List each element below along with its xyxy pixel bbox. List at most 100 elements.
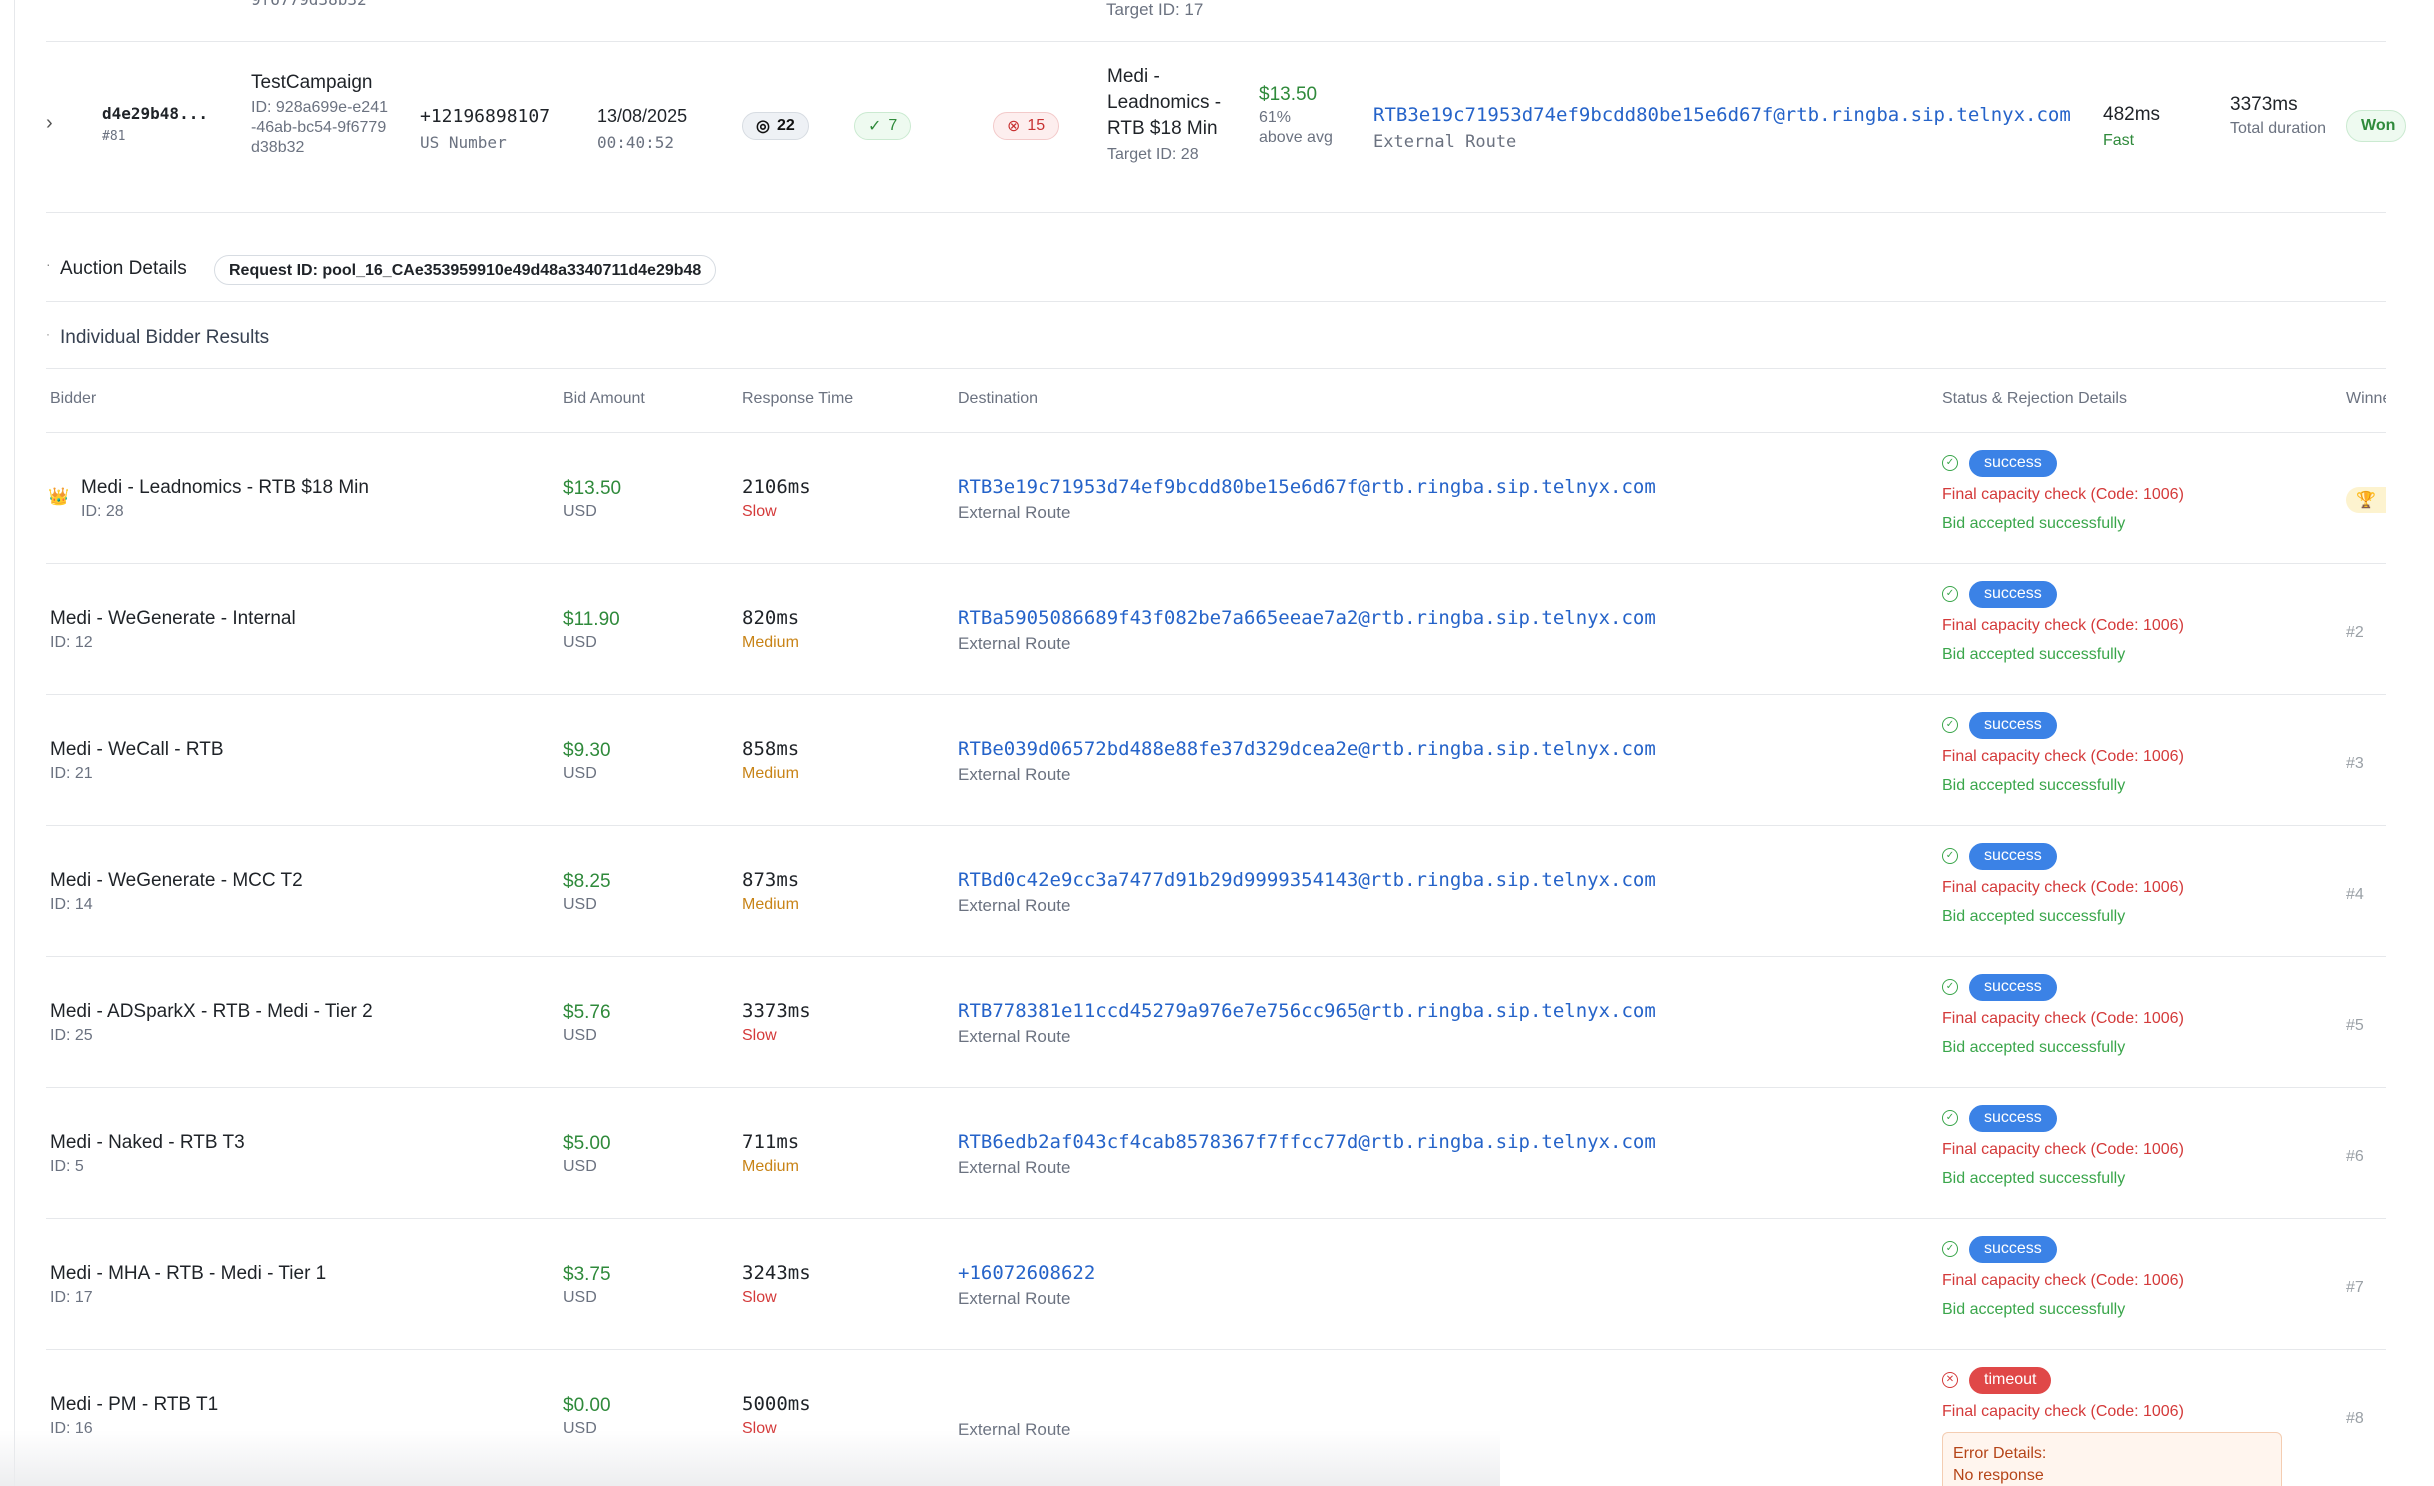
response-time: 2106ms <box>742 476 811 498</box>
bidder-id: ID: 28 <box>81 503 124 520</box>
bidder-row[interactable]: Medi - WeGenerate - Internal ID: 12 $11.90… <box>46 563 2386 694</box>
duration-label: Total duration <box>2230 120 2327 137</box>
rejection-reason: Final capacity check (Code: 1006) <box>1942 1141 2184 1158</box>
bidder-name: Medi - WeGenerate - MCC T2 <box>50 870 303 891</box>
rejection-reason: Final capacity check (Code: 1006) <box>1942 1272 2184 1289</box>
destination-link[interactable]: RTB3e19c71953d74ef9bcdd80be15e6d67f@rtb.… <box>1373 104 2071 126</box>
call-id: d4e29b48... <box>102 104 208 123</box>
bidder-row[interactable]: Medi - MHA - RTB - Medi - Tier 1 ID: 17 $3… <box>46 1218 2386 1349</box>
error-text: No response <box>1953 1467 2044 1484</box>
status-message: Bid accepted successfully <box>1942 777 2126 794</box>
rank-label: #2 <box>2346 624 2364 641</box>
total-bids-count: 22 <box>776 117 795 134</box>
request-id-badge: Request ID: pool_16_CAe353959910e49d48a3… <box>214 255 717 285</box>
destination-link[interactable]: RTBa5905086689f43f082be7a665eeae7a2@rtb.… <box>958 607 1656 629</box>
response-time: 482ms <box>2103 104 2161 125</box>
duration: 3373ms <box>2230 94 2298 115</box>
bidder-name: Medi - ADSparkX - RTB - Medi - Tier 2 <box>50 1001 373 1022</box>
status-message: Bid accepted successfully <box>1942 1170 2126 1187</box>
bid-amount: $5.76 <box>563 1002 611 1023</box>
status-badge: success <box>1969 1236 2057 1263</box>
date-cell: 13/08/2025 00:40:52 <box>597 106 687 152</box>
check-circle-icon: ✓ <box>1942 848 1958 864</box>
status-badge: success <box>1969 450 2057 477</box>
rank-label: #7 <box>2346 1279 2364 1296</box>
destination-link[interactable]: RTB3e19c71953d74ef9bcdd80be15e6d67f@rtb.… <box>958 476 1656 498</box>
bidder-id: ID: 16 <box>50 1420 93 1437</box>
bidder-row[interactable]: Medi - WeGenerate - MCC T2 ID: 14 $8.25 USD… <box>46 825 2386 956</box>
route-type: External Route <box>958 765 1071 784</box>
bidder-name: Medi - MHA - RTB - Medi - Tier 1 <box>50 1263 327 1284</box>
route-type: External Route <box>958 896 1071 915</box>
bidder-row[interactable]: Medi - Naked - RTB T3 ID: 5 $5.00 USD 711ms M… <box>46 1087 2386 1218</box>
rank-label: #3 <box>2346 755 2364 772</box>
col-winner[interactable]: Winner <box>2346 390 2386 408</box>
bidder-id: ID: 5 <box>50 1158 84 1175</box>
destination-link[interactable]: RTB778381e11ccd45279a976e7e756cc965@rtb.… <box>958 1000 1656 1022</box>
bid-currency: USD <box>563 634 597 651</box>
status-message: Bid accepted successfully <box>1942 908 2126 925</box>
bidder-row[interactable]: Medi - PM - RTB T1 ID: 16 $0.00 USD 5000ms Sl… <box>46 1349 2386 1486</box>
previous-call-row[interactable]: 9f6779d38b32 Target ID: 17 <box>46 0 2386 42</box>
route-type: External Route <box>958 1289 1071 1308</box>
speed-label: Medium <box>742 765 799 782</box>
speed-label: Medium <box>742 896 799 913</box>
rank-label: #6 <box>2346 1148 2364 1165</box>
col-status[interactable]: Status & Rejection Details <box>1942 390 2127 408</box>
bidder-row[interactable]: Medi - ADSparkX - RTB - Medi - Tier 2 ID:… <box>46 956 2386 1087</box>
destination-link[interactable]: RTB6edb2af043cf4cab8578367f7ffcc77d@rtb.… <box>958 1131 1656 1153</box>
col-destination[interactable]: Destination <box>958 390 1038 408</box>
status-badge: success <box>1969 974 2057 1001</box>
bid-amount: $9.30 <box>563 740 611 761</box>
rejection-reason: Final capacity check (Code: 1006) <box>1942 1010 2184 1027</box>
status-message: Bid accepted successfully <box>1942 1039 2126 1056</box>
check-circle-icon: ✓ <box>868 118 882 135</box>
bid-currency: USD <box>563 896 597 913</box>
campaign-id: ID: 928a699e-e241-46ab-bc54-9f6779d38b32 <box>251 99 388 156</box>
target-id: Target ID: 17 <box>1106 0 1204 19</box>
speed-label: Medium <box>742 1158 799 1175</box>
bid-amount: $11.90 <box>563 609 620 630</box>
call-row[interactable]: › d4e29b48... #81 TestCampaign ID: 928a6… <box>46 42 2406 213</box>
col-response-time[interactable]: Response Time <box>742 390 853 408</box>
bidder-results-header: · Individual Bidder Results <box>46 303 2386 369</box>
call-id-cell: d4e29b48... #81 <box>102 104 208 144</box>
error-title: Error Details: <box>1953 1445 2047 1462</box>
rejection-reason: Final capacity check (Code: 1006) <box>1942 879 2184 896</box>
bid-amount: $13.50 <box>563 478 622 499</box>
response-time: 858ms <box>742 738 800 760</box>
check-circle-icon: ✓ <box>1942 455 1958 471</box>
rejection-reason: Final capacity check (Code: 1006) <box>1942 1403 2184 1420</box>
destination-link[interactable]: +16072608622 <box>958 1262 1095 1284</box>
col-bidder[interactable]: Bidder <box>50 390 96 408</box>
bidder-row[interactable]: 👑 Medi - Leadnomics - RTB $18 Min ID: 28 $1… <box>46 432 2386 563</box>
bidder-name: Medi - PM - RTB T1 <box>50 1394 219 1415</box>
route-type: External Route <box>958 503 1071 522</box>
call-time: 00:40:52 <box>597 133 675 152</box>
caller-cell: +12196898107 US Number <box>420 106 550 152</box>
bid-currency: USD <box>563 1420 597 1437</box>
bidder-name: Medi - WeCall - RTB <box>50 739 224 760</box>
bidder-name: Medi - WeGenerate - Internal <box>50 608 296 629</box>
status-message: Bid accepted successfully <box>1942 1301 2126 1318</box>
route-type: External Route <box>958 1420 1071 1439</box>
speed-label: Slow <box>742 503 777 520</box>
call-date: 13/08/2025 <box>597 106 688 126</box>
x-circle-icon: ✕ <box>1942 1372 1958 1388</box>
winning-bid-cell: $13.50 61% above avg <box>1259 84 1339 148</box>
bid-amount: $3.75 <box>563 1264 611 1285</box>
trophy-icon: 🏆 <box>2346 487 2386 513</box>
bidder-row[interactable]: Medi - WeCall - RTB ID: 21 $9.30 USD 858ms Me… <box>46 694 2386 825</box>
col-bid-amount[interactable]: Bid Amount <box>563 390 645 408</box>
left-rail <box>14 0 15 1486</box>
chevron-icon[interactable]: › <box>46 112 53 135</box>
destination-link[interactable]: RTBe039d06572bd488e88fe37d329dcea2e@rtb.… <box>958 738 1656 760</box>
rank-label: #5 <box>2346 1017 2364 1034</box>
response-time: 5000ms <box>742 1393 811 1415</box>
bidder-id: ID: 21 <box>50 765 93 782</box>
status-message: Bid accepted successfully <box>1942 515 2126 532</box>
destination-cell: RTB3e19c71953d74ef9bcdd80be15e6d67f@rtb.… <box>1373 104 2071 152</box>
winning-target-id: Target ID: 28 <box>1107 146 1199 163</box>
destination-link[interactable]: RTBd0c42e9cc3a7477d91b29d9999354143@rtb.… <box>958 869 1656 891</box>
error-details-box: Error Details: No response <box>1942 1432 2282 1486</box>
